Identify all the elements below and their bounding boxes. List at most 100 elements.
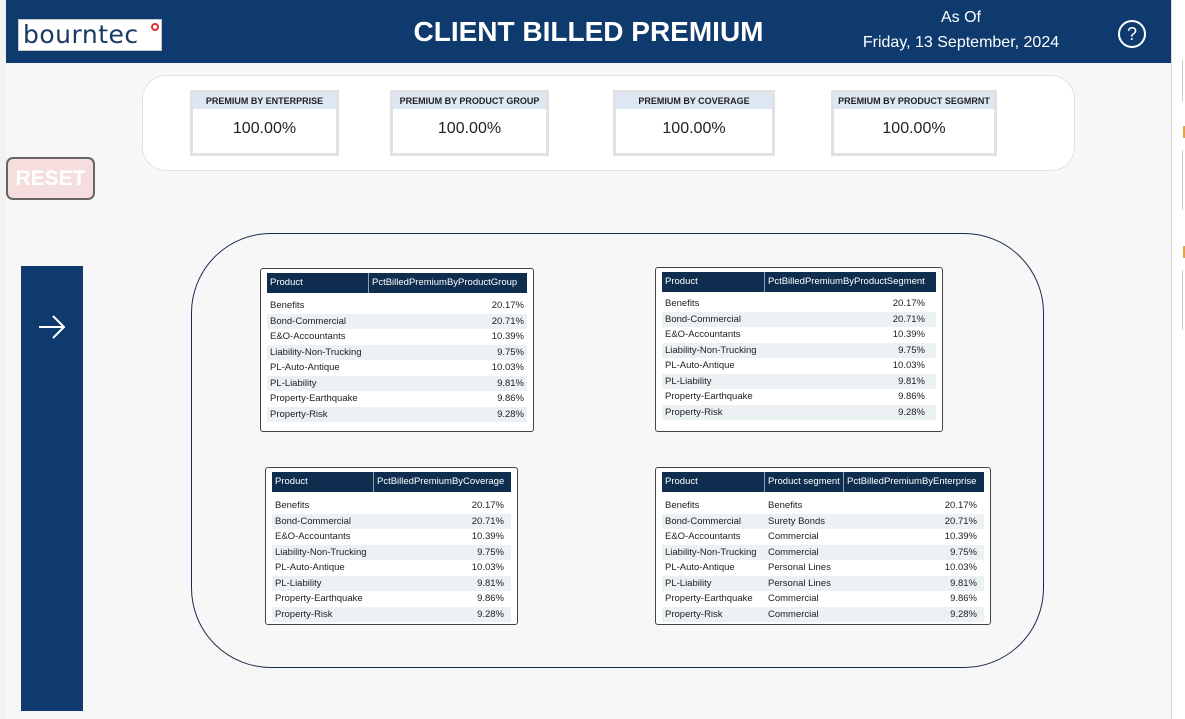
as-of-label: As Of — [940, 9, 981, 26]
table-row[interactable]: E&O-Accountants Commercial 10.39% — [662, 529, 984, 545]
table-row[interactable]: Benefits 20.17% — [662, 296, 936, 312]
pct-cell: 20.17% — [471, 500, 504, 512]
help-icon[interactable]: ? — [1118, 20, 1146, 48]
column-header-product[interactable]: Product — [267, 273, 369, 293]
as-of-date: Friday, 13 September, 2024 — [862, 34, 1060, 51]
pct-cell: 9.86% — [898, 391, 925, 403]
pct-cell: 9.28% — [477, 608, 504, 620]
pct-cell: 10.39% — [491, 331, 524, 343]
pct-cell: 10.39% — [892, 329, 925, 341]
table-row[interactable]: Property-Earthquake 9.86% — [662, 389, 936, 405]
product-cell: PL-Liability — [275, 577, 322, 589]
table-product-group: Product PctBilledPremiumByProductGroup B… — [260, 268, 534, 432]
reset-button[interactable]: RESET — [6, 157, 95, 200]
column-header-pct[interactable]: PctBilledPremiumByCoverage — [374, 472, 507, 492]
table-row[interactable]: Property-Risk 9.28% — [272, 606, 511, 622]
segment-cell: Commercial — [768, 531, 819, 543]
product-cell: PL-Liability — [270, 377, 317, 389]
table-row[interactable]: Liability-Non-Trucking Commercial 9.75% — [662, 544, 984, 560]
table-body: Benefits Benefits 20.17% Bond-Commercial Sur… — [662, 498, 984, 622]
pct-cell: 9.81% — [477, 577, 504, 589]
product-cell: Bond-Commercial — [665, 515, 742, 527]
kpi-label: PREMIUM BY COVERAGE — [616, 93, 772, 109]
table-row[interactable]: Property-Earthquake 9.86% — [267, 391, 527, 407]
table-row[interactable]: Property-Risk Commercial 9.28% — [662, 606, 984, 622]
table-row[interactable]: Property-Risk 9.28% — [267, 406, 527, 422]
table-row[interactable]: Property-Risk 9.28% — [662, 404, 936, 420]
segment-cell: Personal Lines — [768, 577, 831, 589]
table-row[interactable]: Benefits 20.17% — [272, 498, 511, 514]
product-cell: Property-Risk — [665, 608, 723, 620]
kpi-label: PREMIUM BY PRODUCT SEGMRNT — [834, 93, 994, 109]
pct-cell: 9.75% — [497, 346, 524, 358]
product-cell: PL-Auto-Antique — [270, 362, 340, 374]
table-row[interactable]: PL-Liability Personal Lines 9.81% — [662, 575, 984, 591]
segment-cell: Commercial — [768, 546, 819, 558]
table-row[interactable]: E&O-Accountants 10.39% — [267, 329, 527, 345]
table-header: Product Product segment PctBilledPremium… — [662, 472, 984, 492]
product-cell: PL-Auto-Antique — [275, 562, 345, 574]
table-body: Benefits 20.17% Bond-Commercial 20.71% E&O-A… — [272, 498, 511, 622]
pct-cell: 9.81% — [497, 377, 524, 389]
table-row[interactable]: PL-Liability 9.81% — [267, 375, 527, 391]
kpi-card-product-group: PREMIUM BY PRODUCT GROUP 100.00% — [390, 90, 549, 156]
column-header-pct[interactable]: PctBilledPremiumByProductSegment — [765, 272, 928, 292]
product-cell: Bond-Commercial — [270, 315, 347, 327]
table-row[interactable]: PL-Auto-Antique 10.03% — [267, 360, 527, 376]
table-row[interactable]: PL-Auto-Antique Personal Lines 10.03% — [662, 560, 984, 576]
table-body: Benefits 20.17% Bond-Commercial 20.71% E&O-A… — [267, 298, 527, 422]
table-row[interactable]: Bond-Commercial 20.71% — [272, 513, 511, 529]
table-row[interactable]: Bond-Commercial 20.71% — [267, 313, 527, 329]
table-coverage: Product PctBilledPremiumByCoverage Benef… — [265, 467, 518, 625]
column-header-pct[interactable]: PctBilledPremiumByEnterprise — [844, 472, 980, 492]
product-cell: Benefits — [665, 298, 700, 310]
pct-cell: 9.86% — [477, 593, 504, 605]
product-cell: Property-Earthquake — [270, 393, 358, 405]
table-row[interactable]: Benefits 20.17% — [267, 298, 527, 314]
arrow-right-icon[interactable] — [35, 310, 69, 344]
column-header-product[interactable]: Product — [272, 472, 374, 492]
pct-cell: 9.28% — [497, 408, 524, 420]
product-cell: Liability-Non-Trucking — [665, 344, 757, 356]
segment-cell: Commercial — [768, 608, 819, 620]
column-header-segment[interactable]: Product segment — [765, 472, 844, 492]
table-row[interactable]: E&O-Accountants 10.39% — [662, 327, 936, 343]
column-header-product[interactable]: Product — [662, 472, 765, 492]
pct-cell: 20.71% — [892, 313, 925, 325]
pct-cell: 10.03% — [471, 562, 504, 574]
kpi-card-coverage: PREMIUM BY COVERAGE 100.00% — [613, 90, 775, 156]
table-enterprise: Product Product segment PctBilledPremium… — [655, 467, 991, 625]
table-header: Product PctBilledPremiumByProductGroup — [267, 273, 527, 293]
pct-cell: 9.75% — [898, 344, 925, 356]
product-cell: Liability-Non-Trucking — [665, 546, 757, 558]
product-cell: Liability-Non-Trucking — [275, 546, 367, 558]
column-header-product[interactable]: Product — [662, 272, 765, 292]
table-header: Product PctBilledPremiumByCoverage — [272, 472, 511, 492]
table-row[interactable]: PL-Auto-Antique 10.03% — [272, 560, 511, 576]
pct-cell: 10.39% — [471, 531, 504, 543]
product-cell: E&O-Accountants — [275, 531, 351, 543]
table-row[interactable]: Liability-Non-Trucking 9.75% — [662, 342, 936, 358]
table-row[interactable]: Liability-Non-Trucking 9.75% — [272, 544, 511, 560]
table-row[interactable]: Benefits Benefits 20.17% — [662, 498, 984, 514]
pct-cell: 9.28% — [898, 406, 925, 418]
segment-cell: Commercial — [768, 593, 819, 605]
table-body: Benefits 20.17% Bond-Commercial 20.71% E&O-A… — [662, 296, 936, 420]
table-row[interactable]: PL-Liability 9.81% — [662, 373, 936, 389]
segment-cell: Personal Lines — [768, 562, 831, 574]
product-cell: Benefits — [275, 500, 310, 512]
kpi-value: 100.00% — [232, 120, 297, 137]
table-row[interactable]: Bond-Commercial Surety Bonds 20.71% — [662, 513, 984, 529]
product-cell: E&O-Accountants — [665, 329, 741, 341]
product-cell: Property-Risk — [270, 408, 328, 420]
filter-pane-edge[interactable] — [1171, 0, 1185, 719]
table-row[interactable]: PL-Auto-Antique 10.03% — [662, 358, 936, 374]
table-row[interactable]: Liability-Non-Trucking 9.75% — [267, 344, 527, 360]
table-row[interactable]: PL-Liability 9.81% — [272, 575, 511, 591]
pct-cell: 20.17% — [491, 300, 524, 312]
table-row[interactable]: Property-Earthquake Commercial 9.86% — [662, 591, 984, 607]
table-row[interactable]: Property-Earthquake 9.86% — [272, 591, 511, 607]
table-row[interactable]: Bond-Commercial 20.71% — [662, 311, 936, 327]
column-header-pct[interactable]: PctBilledPremiumByProductGroup — [369, 273, 527, 293]
table-row[interactable]: E&O-Accountants 10.39% — [272, 529, 511, 545]
